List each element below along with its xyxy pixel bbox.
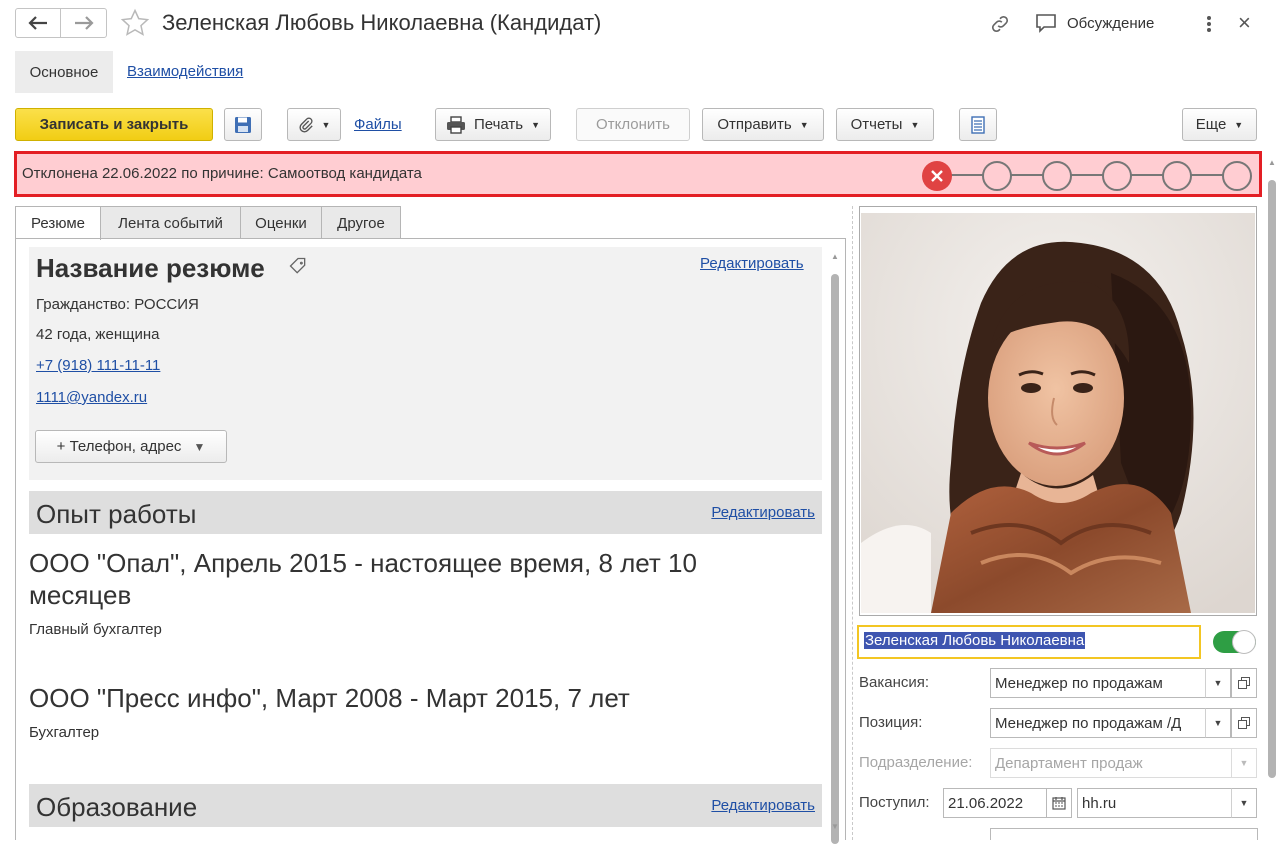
source-dropdown-icon[interactable]: ▼ bbox=[1231, 788, 1257, 818]
position-field[interactable]: Менеджер по продажам /Д bbox=[990, 708, 1206, 738]
favorite-star-icon[interactable] bbox=[120, 8, 150, 41]
print-label: Печать bbox=[473, 116, 524, 133]
stage-2 bbox=[982, 161, 1012, 191]
candidate-name-value: Зеленская Любовь Николаевна bbox=[864, 632, 1086, 649]
triangle-down-icon: ▼ bbox=[193, 439, 206, 454]
add-contact-label: + Телефон, адрес bbox=[56, 438, 182, 455]
link-icon[interactable] bbox=[989, 13, 1011, 38]
add-contact-button[interactable]: + Телефон, адрес ▼ bbox=[35, 430, 227, 463]
chevron-down-icon: ▼ bbox=[321, 119, 331, 130]
chevron-down-icon: ▼ bbox=[1234, 119, 1244, 130]
form-scrollbar[interactable]: ▲ bbox=[1266, 152, 1278, 840]
discussion-label: Обсуждение bbox=[1067, 14, 1155, 32]
more-button[interactable]: Еще ▼ bbox=[1182, 108, 1257, 141]
reject-button[interactable]: Отклонить bbox=[576, 108, 690, 141]
vacancy-label: Вакансия: bbox=[859, 674, 930, 691]
job-heading: ООО "Пресс инфо", Март 2008 - Март 2015,… bbox=[29, 683, 630, 713]
attach-button[interactable]: ▼ bbox=[287, 108, 341, 141]
department-field: Департамент продаж bbox=[990, 748, 1232, 778]
list-view-button[interactable] bbox=[959, 108, 997, 141]
comment-icon bbox=[1036, 14, 1056, 33]
resume-title: Название резюме bbox=[36, 253, 265, 283]
education-title: Образование bbox=[36, 792, 198, 822]
source-field[interactable]: hh.ru bbox=[1077, 788, 1233, 818]
active-toggle[interactable] bbox=[1213, 630, 1256, 654]
experience-title: Опыт работы bbox=[36, 499, 197, 529]
scroll-thumb[interactable] bbox=[831, 274, 839, 844]
candidate-photo bbox=[859, 206, 1257, 616]
close-icon[interactable]: × bbox=[1238, 12, 1251, 34]
nav-main[interactable]: Основное bbox=[15, 51, 113, 93]
next-field-partial bbox=[990, 828, 1258, 840]
floppy-disk-icon bbox=[235, 116, 251, 133]
position-open-icon[interactable] bbox=[1231, 708, 1257, 738]
panel-divider[interactable] bbox=[852, 206, 853, 840]
paperclip-icon bbox=[299, 117, 313, 132]
save-button[interactable] bbox=[224, 108, 262, 141]
tag-icon[interactable] bbox=[288, 256, 308, 279]
scroll-thumb[interactable] bbox=[1268, 180, 1276, 778]
experience-edit-link[interactable]: Редактировать bbox=[711, 504, 815, 521]
scroll-up-icon: ▲ bbox=[831, 252, 839, 261]
tab-ratings[interactable]: Оценки bbox=[240, 206, 322, 239]
received-label: Поступил: bbox=[859, 794, 930, 811]
candidate-name-input[interactable]: Зеленская Любовь Николаевна bbox=[857, 625, 1201, 659]
list-icon bbox=[971, 115, 985, 134]
department-label: Подразделение: bbox=[859, 754, 973, 771]
job-heading: ООО "Опал", Апрель 2015 - настоящее врем… bbox=[29, 548, 697, 610]
more-label: Еще bbox=[1195, 116, 1227, 133]
stage-4 bbox=[1102, 161, 1132, 191]
scroll-up-icon: ▲ bbox=[1268, 158, 1276, 167]
stage-rejected-icon bbox=[922, 161, 952, 191]
status-bar: Отклонена 22.06.2022 по причине: Самоотв… bbox=[14, 151, 1262, 197]
received-date-field[interactable]: 21.06.2022 bbox=[943, 788, 1047, 818]
reports-label: Отчеты bbox=[850, 116, 903, 133]
vacancy-field[interactable]: Менеджер по продажам bbox=[990, 668, 1206, 698]
arrow-left-icon bbox=[28, 16, 47, 30]
print-button[interactable]: Печать ▼ bbox=[435, 108, 551, 141]
position-dropdown-icon[interactable]: ▼ bbox=[1205, 708, 1231, 738]
tab-events[interactable]: Лента событий bbox=[100, 206, 241, 239]
status-text: Отклонена 22.06.2022 по причине: Самоотв… bbox=[22, 165, 422, 182]
stage-6 bbox=[1222, 161, 1252, 191]
forward-button[interactable] bbox=[61, 9, 106, 37]
position-label: Позиция: bbox=[859, 714, 923, 731]
vacancy-dropdown-icon[interactable]: ▼ bbox=[1205, 668, 1231, 698]
send-label: Отправить bbox=[717, 116, 792, 133]
scroll-down-icon: ▼ bbox=[831, 822, 839, 831]
arrow-right-icon bbox=[74, 16, 94, 30]
reports-button[interactable]: Отчеты ▼ bbox=[836, 108, 934, 141]
education-edit-link[interactable]: Редактировать bbox=[711, 797, 815, 814]
save-close-button[interactable]: Записать и закрыть bbox=[15, 108, 213, 141]
more-vert-icon[interactable] bbox=[1200, 14, 1218, 34]
resume-edit-link[interactable]: Редактировать bbox=[700, 255, 804, 272]
back-forward-group bbox=[15, 8, 107, 38]
tab-other[interactable]: Другое bbox=[321, 206, 401, 239]
calendar-icon[interactable] bbox=[1046, 788, 1072, 818]
citizenship-text: Гражданство: РОССИЯ bbox=[36, 296, 199, 313]
chevron-down-icon: ▼ bbox=[799, 119, 809, 130]
stage-5 bbox=[1162, 161, 1192, 191]
job-position: Главный бухгалтер bbox=[29, 621, 162, 638]
stage-3 bbox=[1042, 161, 1072, 191]
age-text: 42 года, женщина bbox=[36, 326, 160, 343]
vacancy-open-icon[interactable] bbox=[1231, 668, 1257, 698]
department-dropdown-icon: ▼ bbox=[1231, 748, 1257, 778]
email-link[interactable]: 1111@yandex.ru bbox=[36, 389, 147, 406]
phone-link[interactable]: +7 (918) 111-11-11 bbox=[36, 357, 160, 374]
education-header: Образование Редактировать bbox=[29, 784, 822, 827]
printer-icon bbox=[446, 115, 465, 134]
files-link[interactable]: Файлы bbox=[354, 116, 402, 133]
chevron-down-icon: ▼ bbox=[910, 119, 920, 130]
nav-interactions[interactable]: Взаимодействия bbox=[127, 63, 243, 80]
back-button[interactable] bbox=[16, 9, 62, 37]
tab-resume[interactable]: Резюме bbox=[15, 206, 101, 240]
send-button[interactable]: Отправить ▼ bbox=[702, 108, 824, 141]
resume-scrollbar[interactable]: ▲ ▼ bbox=[829, 250, 841, 844]
job-position: Бухгалтер bbox=[29, 724, 100, 741]
experience-header: Опыт работы Редактировать bbox=[29, 491, 822, 534]
chevron-down-icon: ▼ bbox=[531, 119, 541, 130]
discussion-button[interactable]: Обсуждение bbox=[1035, 13, 1154, 33]
window-title: Зеленская Любовь Николаевна (Кандидат) bbox=[162, 10, 602, 35]
